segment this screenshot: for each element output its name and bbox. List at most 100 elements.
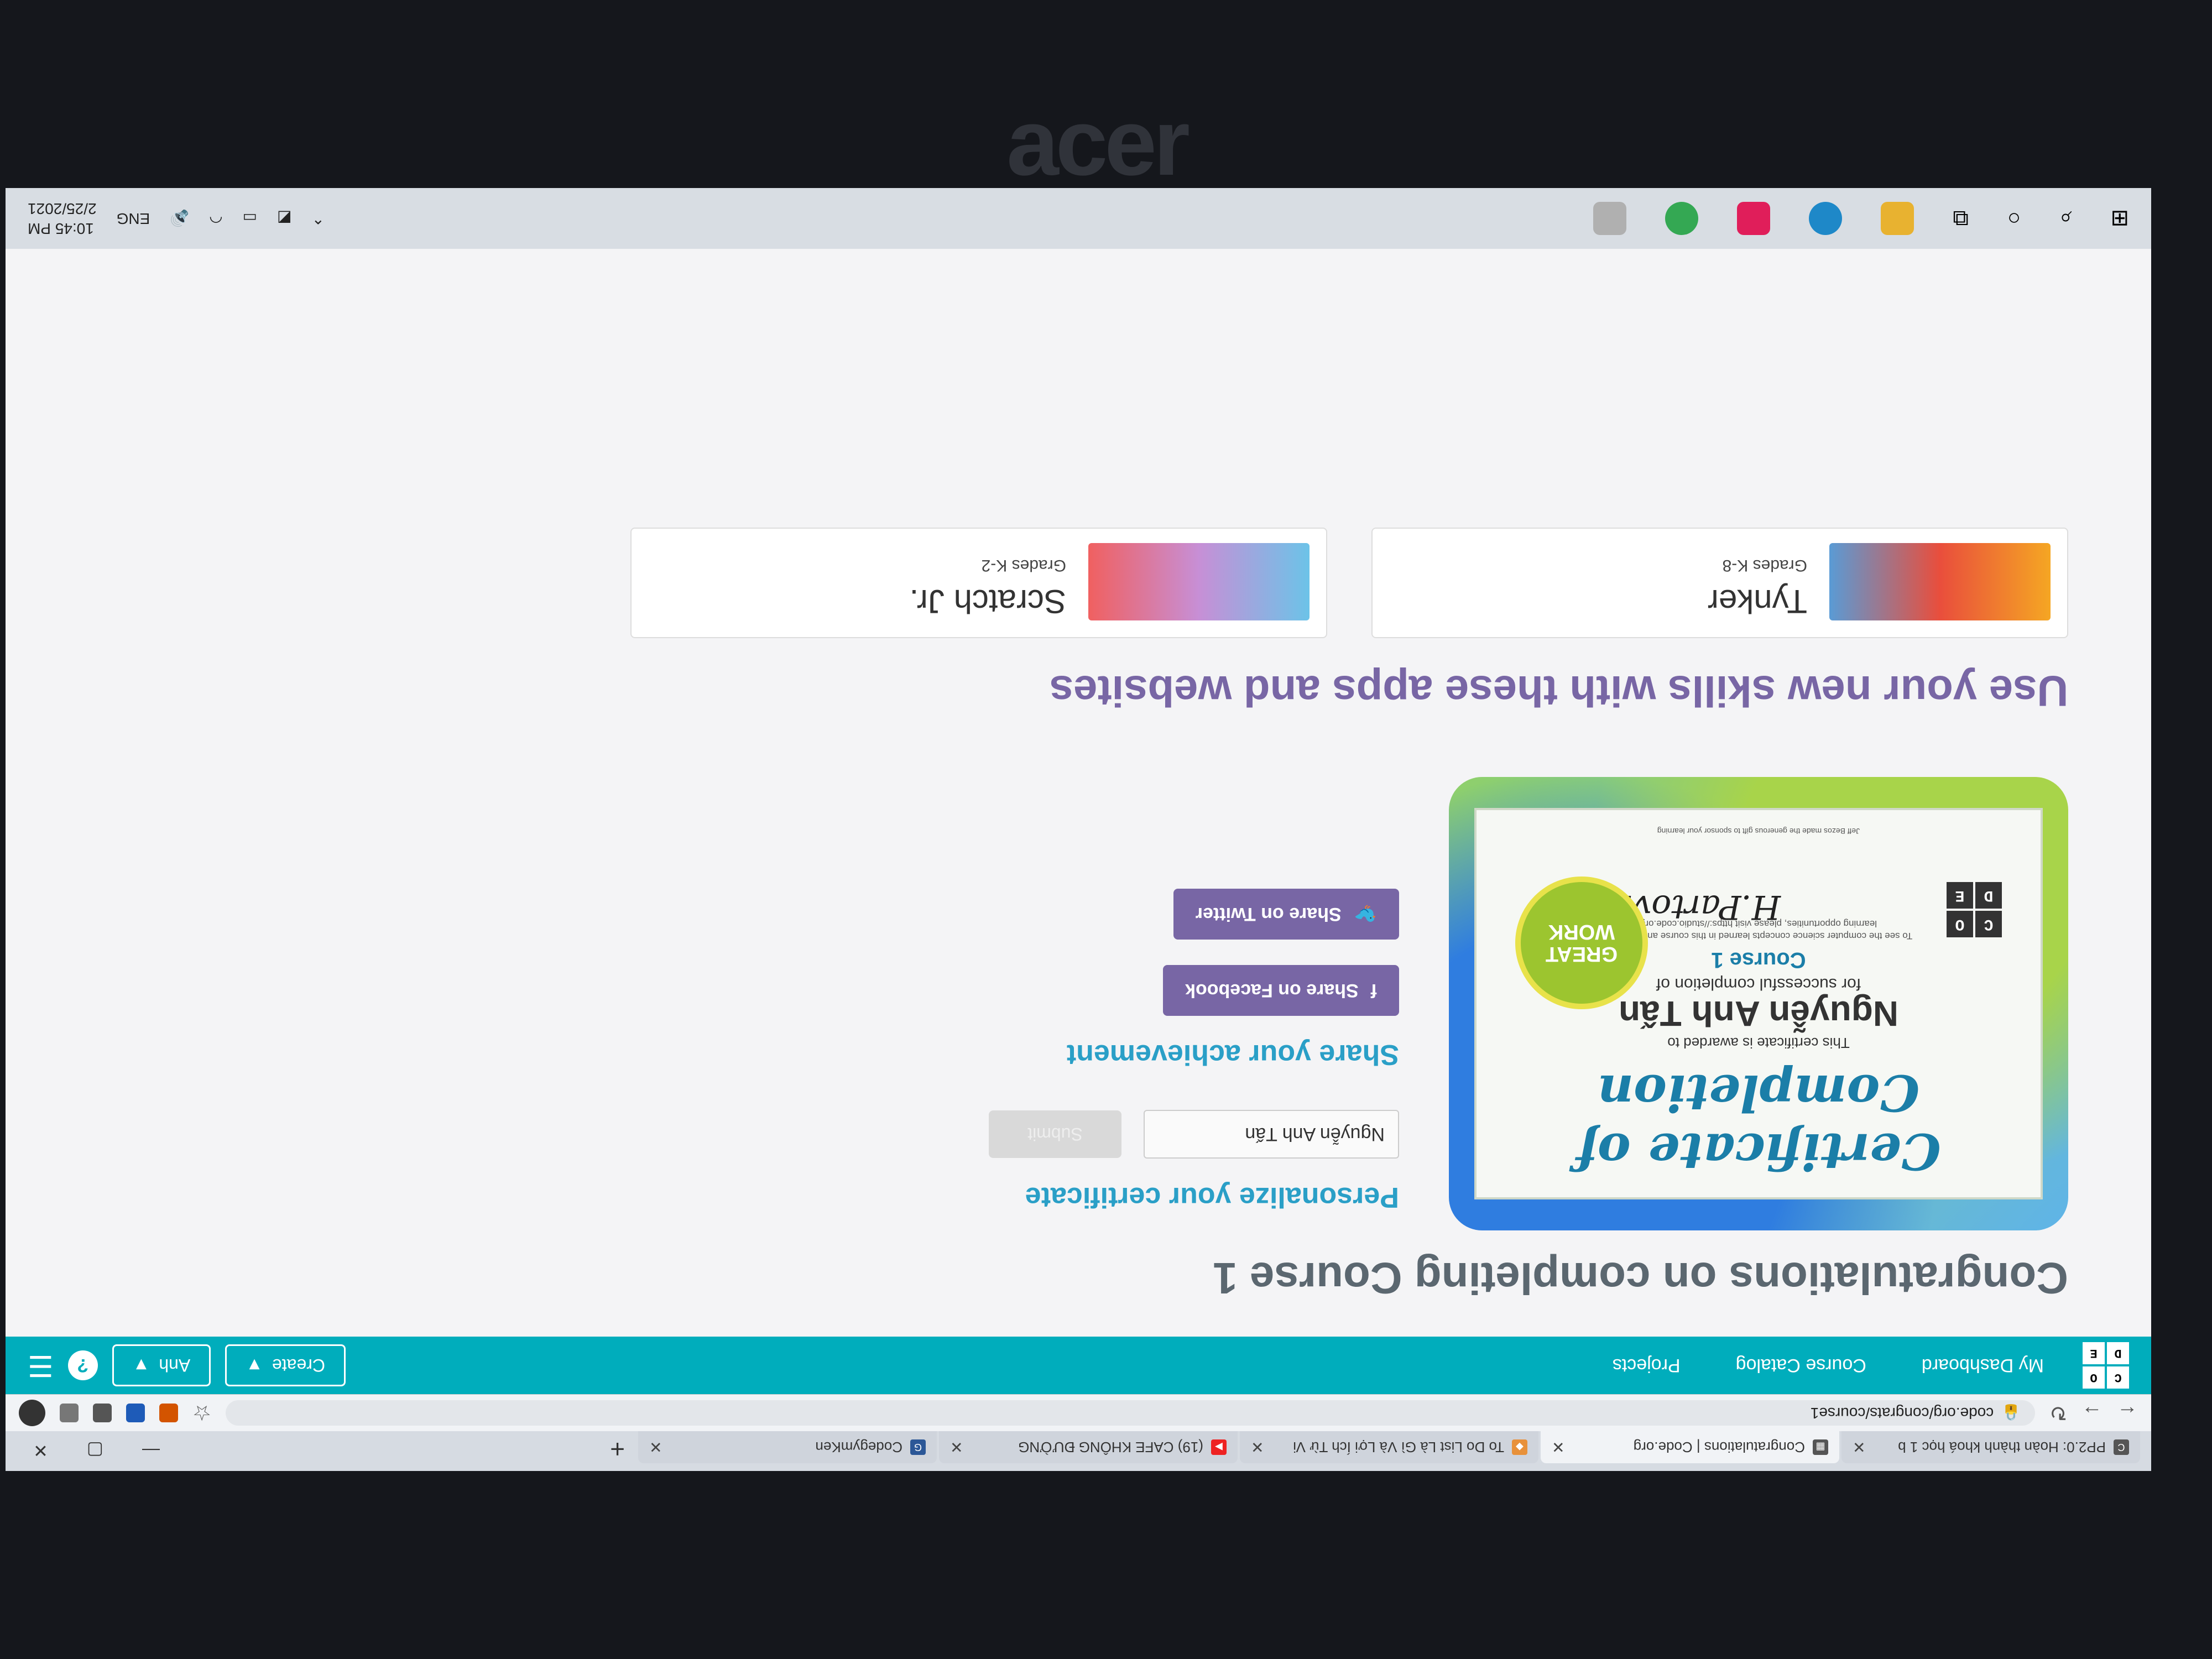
certificate-section: Certificate of Completion This certifica… bbox=[88, 777, 2068, 1230]
share-facebook-label: Share on Facebook bbox=[1185, 980, 1359, 1001]
app-name: Scratch Jr. bbox=[909, 583, 1066, 620]
close-icon[interactable]: ✕ bbox=[950, 1438, 963, 1457]
browser-toolbar: ← → ↻ 🔒 code.org/congrats/course1 ☆ bbox=[6, 1394, 2151, 1431]
language-indicator[interactable]: ENG bbox=[117, 210, 150, 227]
codeorg-grid-icon: ▦ bbox=[1813, 1439, 1828, 1455]
certificate-awarded-text: This certificate is awarded to bbox=[1667, 1035, 1850, 1051]
share-facebook-button[interactable]: f Share on Facebook bbox=[1163, 965, 1399, 1016]
close-icon[interactable]: ✕ bbox=[649, 1438, 662, 1457]
reload-icon[interactable]: ↻ bbox=[2049, 1401, 2067, 1426]
tab-title: To Do List Là Gì Và Lợi Ích Từ Vi bbox=[1293, 1439, 1504, 1456]
wifi-icon[interactable]: ◠ bbox=[209, 210, 222, 228]
tab-title: CodegymKen bbox=[815, 1439, 902, 1456]
certificate-actions: Personalize your certificate Submit Shar… bbox=[989, 777, 1399, 1230]
scratch-jr-image bbox=[1088, 543, 1310, 620]
logo-letter: D bbox=[1975, 882, 2002, 909]
screen-display: C PP2.0: Hoàn thành khoá học 1 b ✕ ▦ Con… bbox=[6, 188, 2151, 1471]
back-icon[interactable]: ← bbox=[2117, 1401, 2138, 1425]
slack-icon[interactable] bbox=[1737, 202, 1771, 235]
main-content: Congratulations on completing Course 1 C… bbox=[6, 528, 2151, 1337]
apps-heading: Use your new skills with these apps and … bbox=[1049, 667, 2068, 716]
file-explorer-icon[interactable] bbox=[1881, 202, 1914, 235]
avatar[interactable] bbox=[19, 1400, 45, 1426]
user-label: Anh bbox=[159, 1355, 191, 1376]
reading-list-icon[interactable] bbox=[60, 1404, 79, 1422]
logo-letter: E bbox=[1947, 882, 1973, 909]
nav-my-dashboard[interactable]: My Dashboard bbox=[1905, 1355, 2060, 1376]
youtube-icon: ▶ bbox=[1211, 1439, 1227, 1455]
codeorg-icon: C bbox=[2114, 1439, 2129, 1455]
browser-tab[interactable]: ◆ To Do List Là Gì Và Lợi Ích Từ Vi ✕ bbox=[1240, 1431, 1538, 1463]
close-icon[interactable]: ✕ bbox=[1552, 1438, 1564, 1457]
close-window-icon[interactable]: ✕ bbox=[33, 1440, 48, 1461]
close-icon[interactable]: ✕ bbox=[1853, 1438, 1865, 1457]
create-dropdown[interactable]: Create ▼ bbox=[225, 1344, 346, 1386]
forward-icon[interactable]: → bbox=[2081, 1401, 2103, 1425]
badge-text: WORK bbox=[1548, 920, 1615, 943]
search-icon[interactable]: ⌕ bbox=[2059, 206, 2072, 231]
create-label: Create bbox=[272, 1355, 325, 1376]
clock-date: 2/25/2021 bbox=[28, 200, 97, 217]
maximize-icon[interactable]: ▢ bbox=[87, 1440, 103, 1461]
logo-letter: O bbox=[2083, 1366, 2105, 1389]
cortana-icon[interactable]: ○ bbox=[2007, 206, 2021, 231]
certificate-codeorg-logo: C O D E bbox=[1947, 882, 2002, 937]
app-card-scratch-jr[interactable]: Scratch Jr. Grades K-2 bbox=[630, 528, 1327, 638]
share-twitter-label: Share on Twitter bbox=[1195, 904, 1342, 925]
edge-icon[interactable] bbox=[1809, 202, 1843, 235]
great-work-badge: GREAT WORK bbox=[1515, 877, 1648, 1009]
submit-button[interactable]: Submit bbox=[989, 1110, 1121, 1158]
puzzle-icon[interactable] bbox=[93, 1404, 112, 1422]
share-twitter-button[interactable]: 🐦 Share on Twitter bbox=[1173, 889, 1399, 940]
certificate-heading: Certificate of Completion bbox=[1576, 1063, 1941, 1181]
logo-letter: D bbox=[2107, 1342, 2129, 1364]
laptop-brand-logo: acer bbox=[1006, 90, 1187, 195]
badge-text: GREAT bbox=[1545, 942, 1618, 966]
logo-letter: C bbox=[2107, 1366, 2129, 1389]
certificate-signature: H.Partovi bbox=[1622, 888, 1781, 926]
help-icon[interactable]: ? bbox=[67, 1350, 98, 1380]
network-icon[interactable]: ◩ bbox=[277, 210, 291, 228]
extension-icon[interactable] bbox=[159, 1404, 178, 1422]
name-row: Submit bbox=[989, 1110, 1399, 1159]
tab-title: PP2.0: Hoàn thành khoá học 1 b bbox=[1898, 1439, 2106, 1456]
battery-icon[interactable]: ▭ bbox=[243, 210, 257, 228]
name-input[interactable] bbox=[1144, 1110, 1399, 1159]
share-heading: Share your achievement bbox=[1066, 1039, 1399, 1071]
minimize-icon[interactable]: — bbox=[142, 1440, 160, 1461]
codeorg-logo[interactable]: C O D E bbox=[2083, 1342, 2129, 1389]
task-view-icon[interactable]: ⧉ bbox=[1953, 206, 1969, 231]
app-cards: Tynker Grades K-8 Scratch Jr. Grades K-2 bbox=[88, 528, 2068, 638]
windows-start-icon[interactable]: ⊞ bbox=[2110, 206, 2129, 231]
new-tab-button[interactable]: + bbox=[599, 1431, 636, 1464]
chevron-up-icon[interactable]: ⌃ bbox=[312, 210, 325, 228]
star-icon[interactable]: ☆ bbox=[192, 1401, 211, 1426]
logo-letter: E bbox=[2083, 1342, 2105, 1364]
hamburger-menu-icon[interactable]: ☰ bbox=[28, 1349, 54, 1382]
clock-time: 10:45 PM bbox=[28, 220, 94, 237]
tab-title: (19) CAFE KHÔNG ĐƯỜNG bbox=[1018, 1439, 1203, 1456]
chrome-icon[interactable] bbox=[1665, 202, 1699, 235]
nav-projects[interactable]: Projects bbox=[1596, 1355, 1697, 1376]
user-dropdown[interactable]: Anh ▼ bbox=[112, 1344, 211, 1386]
browser-tab[interactable]: C PP2.0: Hoàn thành khoá học 1 b ✕ bbox=[1841, 1431, 2140, 1463]
lock-icon: 🔒 bbox=[2001, 1404, 2021, 1422]
app-card-tynker[interactable]: Tynker Grades K-8 bbox=[1371, 528, 2068, 638]
app-icon[interactable] bbox=[1593, 202, 1627, 235]
address-bar[interactable]: 🔒 code.org/congrats/course1 bbox=[226, 1400, 2036, 1426]
chevron-down-icon: ▼ bbox=[246, 1355, 263, 1376]
volume-icon[interactable]: 🔊 bbox=[170, 210, 189, 228]
extension-icon[interactable] bbox=[126, 1404, 145, 1422]
tynker-logo-image bbox=[1829, 543, 2051, 620]
window-controls: — ▢ ✕ bbox=[6, 1431, 187, 1461]
clock[interactable]: 10:45 PM 2/25/2021 bbox=[28, 199, 97, 238]
header-actions: Create ▼ Anh ▼ ? ☰ bbox=[28, 1344, 346, 1386]
browser-tab-active[interactable]: ▦ Congratulations | Code.org ✕ bbox=[1541, 1431, 1839, 1463]
browser-tab-bar: C PP2.0: Hoàn thành khoá học 1 b ✕ ▦ Con… bbox=[6, 1431, 2151, 1471]
certificate-border: Certificate of Completion This certifica… bbox=[1449, 777, 2068, 1230]
browser-tab[interactable]: ▶ (19) CAFE KHÔNG ĐƯỜNG ✕ bbox=[939, 1431, 1238, 1463]
diamond-icon: ◆ bbox=[1512, 1439, 1527, 1455]
close-icon[interactable]: ✕ bbox=[1251, 1438, 1264, 1457]
nav-course-catalog[interactable]: Course Catalog bbox=[1719, 1355, 1883, 1376]
browser-tab[interactable]: G CodegymKen ✕ bbox=[638, 1431, 937, 1463]
